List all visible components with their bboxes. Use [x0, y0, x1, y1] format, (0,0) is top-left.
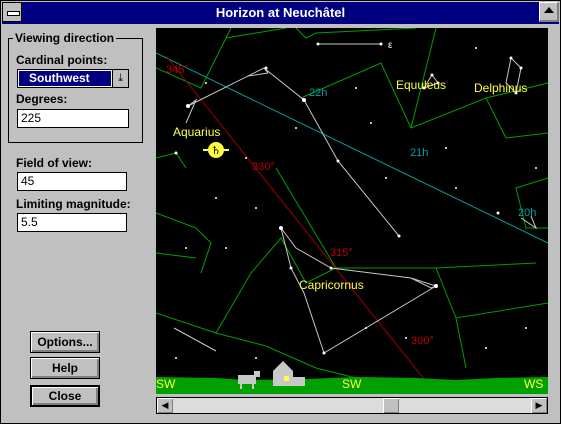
- constellation-label-delphinus: Delphinus: [474, 81, 527, 95]
- horizon-label-sw-left: SW: [156, 377, 176, 391]
- degrees-input[interactable]: 225: [17, 109, 129, 128]
- help-button[interactable]: Help: [30, 357, 100, 379]
- horizon-window: Horizon at Neuchâtel Viewing direction C…: [0, 0, 561, 424]
- scroll-left-icon[interactable]: ◀: [157, 398, 173, 413]
- saturn-icon[interactable]: ♄: [203, 142, 229, 158]
- horizontal-scrollbar[interactable]: ◀ ▶: [156, 397, 548, 414]
- ra-label-22h: 22h: [309, 87, 327, 99]
- system-menu-icon: [7, 11, 20, 16]
- ecliptic-label-315: 315°: [330, 247, 353, 259]
- window-title: Horizon at Neuchâtel: [215, 5, 346, 20]
- limiting-magnitude-input[interactable]: 5.5: [17, 213, 127, 232]
- sky-view[interactable]: Aquarius Equuleus Delphinus Capricornus …: [156, 28, 548, 394]
- options-button[interactable]: Options...: [30, 331, 100, 353]
- field-of-view-label: Field of view:: [16, 156, 93, 170]
- horizon-label-ws-right: WS: [524, 377, 543, 391]
- horizon-label-sw-center: SW: [342, 377, 362, 391]
- constellation-label-equuleus: Equuleus: [396, 78, 446, 92]
- cardinal-points-label: Cardinal points:: [16, 53, 108, 67]
- scroll-thumb[interactable]: [383, 398, 399, 413]
- dropdown-arrow-icon[interactable]: ⤓: [112, 70, 128, 87]
- scroll-right-icon[interactable]: ▶: [531, 398, 547, 413]
- house-window: [284, 376, 289, 381]
- ecliptic-label-330: 330°: [252, 161, 275, 173]
- maximize-button[interactable]: [539, 2, 559, 22]
- ecliptic-label-300: 300°: [411, 335, 434, 347]
- sky-chart: Aquarius Equuleus Delphinus Capricornus …: [156, 28, 548, 394]
- ecliptic-line: [165, 55, 437, 394]
- ecliptic-label-345: 345°: [166, 64, 189, 76]
- viewing-direction-label: Viewing direction: [13, 31, 117, 45]
- ra-label-20h: 20h: [518, 207, 536, 219]
- ra-label-21h: 21h: [410, 147, 428, 159]
- star-label-epsilon: ε: [388, 40, 393, 51]
- close-button[interactable]: Close: [30, 385, 100, 407]
- cardinal-points-value: Southwest: [19, 71, 111, 86]
- constellation-label-aquarius: Aquarius: [173, 125, 220, 139]
- degrees-label: Degrees:: [16, 92, 68, 106]
- system-menu-button[interactable]: [2, 2, 22, 22]
- cardinal-points-dropdown[interactable]: Southwest ⤓: [17, 69, 129, 88]
- field-of-view-input[interactable]: 45: [17, 172, 127, 191]
- limiting-magnitude-label: Limiting magnitude:: [16, 197, 131, 211]
- title-bar: Horizon at Neuchâtel: [2, 2, 559, 24]
- planet-symbol: ♄: [211, 144, 221, 157]
- constellation-label-capricornus: Capricornus: [299, 278, 364, 292]
